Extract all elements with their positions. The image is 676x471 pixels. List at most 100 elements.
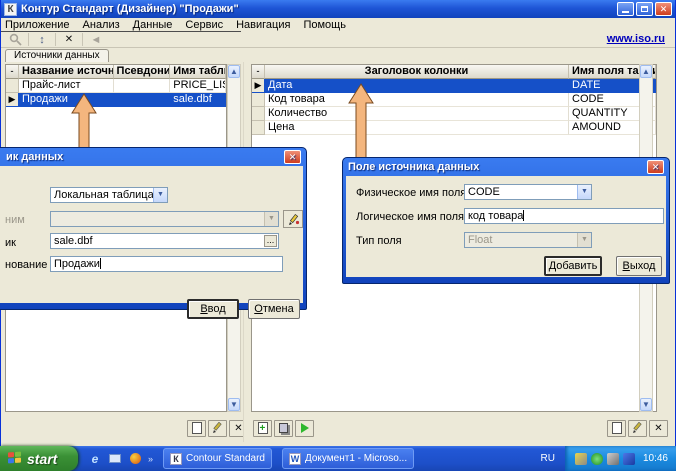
- toolbar-separator: [28, 33, 29, 46]
- header-table-name[interactable]: Имя таблицы: [170, 65, 226, 79]
- maximize-button[interactable]: [636, 2, 653, 16]
- new-page-icon: [612, 422, 622, 434]
- pointer-arrow-right: [347, 82, 375, 162]
- table-row-selected[interactable]: ▶ Дата DATE: [252, 79, 656, 93]
- language-indicator[interactable]: RU: [541, 453, 565, 464]
- menu-navigation[interactable]: Навигация: [236, 19, 290, 31]
- close-button[interactable]: ✕: [284, 150, 301, 164]
- start-button[interactable]: start: [0, 446, 78, 471]
- delete-icon: ✕: [234, 423, 242, 434]
- tools-icon: [287, 213, 300, 226]
- logical-name-value: код товара: [468, 210, 523, 222]
- table-row-selected[interactable]: ▶ Продажи sale.dbf: [6, 93, 226, 107]
- new-field-button[interactable]: [607, 420, 626, 437]
- chevron-down-icon[interactable]: ▼: [577, 185, 591, 199]
- copy-fields-button[interactable]: [274, 420, 293, 437]
- cell-db-alias[interactable]: [114, 79, 171, 93]
- header-db-alias[interactable]: Псевдоним БД: [114, 65, 171, 79]
- header-source-name[interactable]: Название источни...: [19, 65, 114, 79]
- physical-name-combo[interactable]: CODE ▼: [464, 184, 592, 200]
- scroll-down-icon[interactable]: ▼: [640, 398, 652, 411]
- cell-column-caption[interactable]: Дата: [265, 79, 569, 93]
- source-type-combo[interactable]: Локальная таблица ▼: [50, 187, 168, 203]
- internet-explorer-icon[interactable]: e: [88, 452, 102, 466]
- delete-button[interactable]: ✕: [58, 32, 80, 47]
- header-column-caption[interactable]: Заголовок колонки: [265, 65, 569, 79]
- text-caret: [523, 210, 524, 221]
- start-label: start: [27, 451, 57, 467]
- exchange-button[interactable]: ↕: [31, 32, 53, 47]
- source-type-value: Локальная таблица: [54, 189, 154, 201]
- cell-db-alias[interactable]: [114, 93, 171, 107]
- edit-field-button[interactable]: [628, 420, 647, 437]
- quick-launch-more[interactable]: »: [148, 454, 153, 464]
- add-button[interactable]: Добавить: [544, 256, 602, 276]
- row-indicator: [252, 93, 265, 107]
- taskbar: start e » К Contour Standard W Документ1…: [0, 446, 676, 471]
- delete-field-button[interactable]: ✕: [649, 420, 668, 437]
- cell-source-name[interactable]: Прайс-лист: [19, 79, 114, 93]
- back-button[interactable]: ◄: [85, 32, 107, 47]
- header-indicator-cell[interactable]: -: [252, 65, 265, 79]
- logical-name-label: Логическое имя поля: [356, 211, 464, 223]
- cancel-button[interactable]: Отмена: [248, 299, 300, 319]
- source-dialog-titlebar[interactable]: ик данных ✕: [0, 148, 303, 166]
- menu-data[interactable]: Данные: [133, 19, 173, 31]
- close-button[interactable]: ✕: [655, 2, 672, 16]
- table-row[interactable]: Цена AMOUND: [252, 121, 656, 135]
- cell-table-name[interactable]: PRICE_LIST.DBF: [170, 79, 226, 93]
- copy-icon: [279, 423, 288, 433]
- title-bar[interactable]: К Контур Стандарт (Дизайнер) "Продажи" ✕: [1, 0, 675, 18]
- scroll-up-icon[interactable]: ▲: [640, 65, 652, 78]
- run-button[interactable]: [295, 420, 314, 437]
- menu-service[interactable]: Сервис: [185, 19, 223, 31]
- edit-alias-button[interactable]: [283, 210, 303, 228]
- zoom-tool-button[interactable]: [4, 32, 26, 47]
- name-input[interactable]: Продажи: [50, 256, 283, 272]
- cell-column-caption[interactable]: Код товара: [265, 93, 569, 107]
- pointer-arrow-left: [70, 92, 98, 152]
- enter-button[interactable]: Ввод: [187, 299, 239, 319]
- name-label-fragment: нование: [5, 259, 47, 271]
- name-value: Продажи: [54, 258, 100, 270]
- exit-button[interactable]: Выход: [616, 256, 662, 276]
- close-button[interactable]: ✕: [647, 160, 664, 174]
- edit-source-button[interactable]: [208, 420, 227, 437]
- field-dialog-titlebar[interactable]: Поле источника данных ✕: [346, 158, 666, 176]
- iso-link[interactable]: www.iso.ru: [607, 33, 665, 45]
- cell-source-name[interactable]: Продажи: [19, 93, 114, 107]
- chevron-down-icon[interactable]: ▼: [153, 188, 167, 202]
- header-indicator-cell[interactable]: -: [6, 65, 19, 79]
- cell-column-caption[interactable]: Количество: [265, 107, 569, 121]
- new-source-button[interactable]: [187, 420, 206, 437]
- maximize-icon: [641, 6, 648, 12]
- tray-monitor-icon[interactable]: [575, 453, 587, 465]
- scroll-up-icon[interactable]: ▲: [228, 65, 240, 78]
- browse-button[interactable]: ...: [264, 235, 277, 247]
- add-field-button[interactable]: +: [253, 420, 272, 437]
- tab-data-sources[interactable]: Источники данных: [5, 49, 109, 62]
- menu-analysis[interactable]: Анализ: [83, 19, 120, 31]
- sources-toolbar: ✕: [187, 416, 248, 440]
- tray-shield-icon[interactable]: [591, 453, 603, 465]
- mail-icon[interactable]: [108, 452, 122, 466]
- table-row[interactable]: Код товара CODE: [252, 93, 656, 107]
- table-row[interactable]: Количество QUANTITY: [252, 107, 656, 121]
- file-input[interactable]: sale.dbf ...: [50, 233, 279, 249]
- table-row[interactable]: Прайс-лист PRICE_LIST.DBF: [6, 79, 226, 93]
- task-word-document[interactable]: W Документ1 - Microso...: [282, 448, 414, 469]
- tray-language-bar-icon[interactable]: [623, 453, 635, 465]
- scroll-down-icon[interactable]: ▼: [228, 398, 240, 411]
- field-type-label: Тип поля: [356, 235, 402, 247]
- cell-table-name[interactable]: sale.dbf: [170, 93, 226, 107]
- task-contour-standard[interactable]: К Contour Standard: [163, 448, 272, 469]
- source-dialog: ик данных ✕ Локальная таблица ▼ ним ▼ ик: [0, 147, 307, 310]
- logical-name-input[interactable]: код товара: [464, 208, 664, 224]
- minimize-button[interactable]: [617, 2, 634, 16]
- menu-help[interactable]: Помощь: [303, 19, 346, 31]
- menu-application[interactable]: Приложение: [5, 19, 70, 31]
- tray-network-icon[interactable]: [607, 453, 619, 465]
- browser-icon[interactable]: [128, 452, 142, 466]
- clock[interactable]: 10:46: [643, 453, 668, 464]
- cell-column-caption[interactable]: Цена: [265, 121, 569, 135]
